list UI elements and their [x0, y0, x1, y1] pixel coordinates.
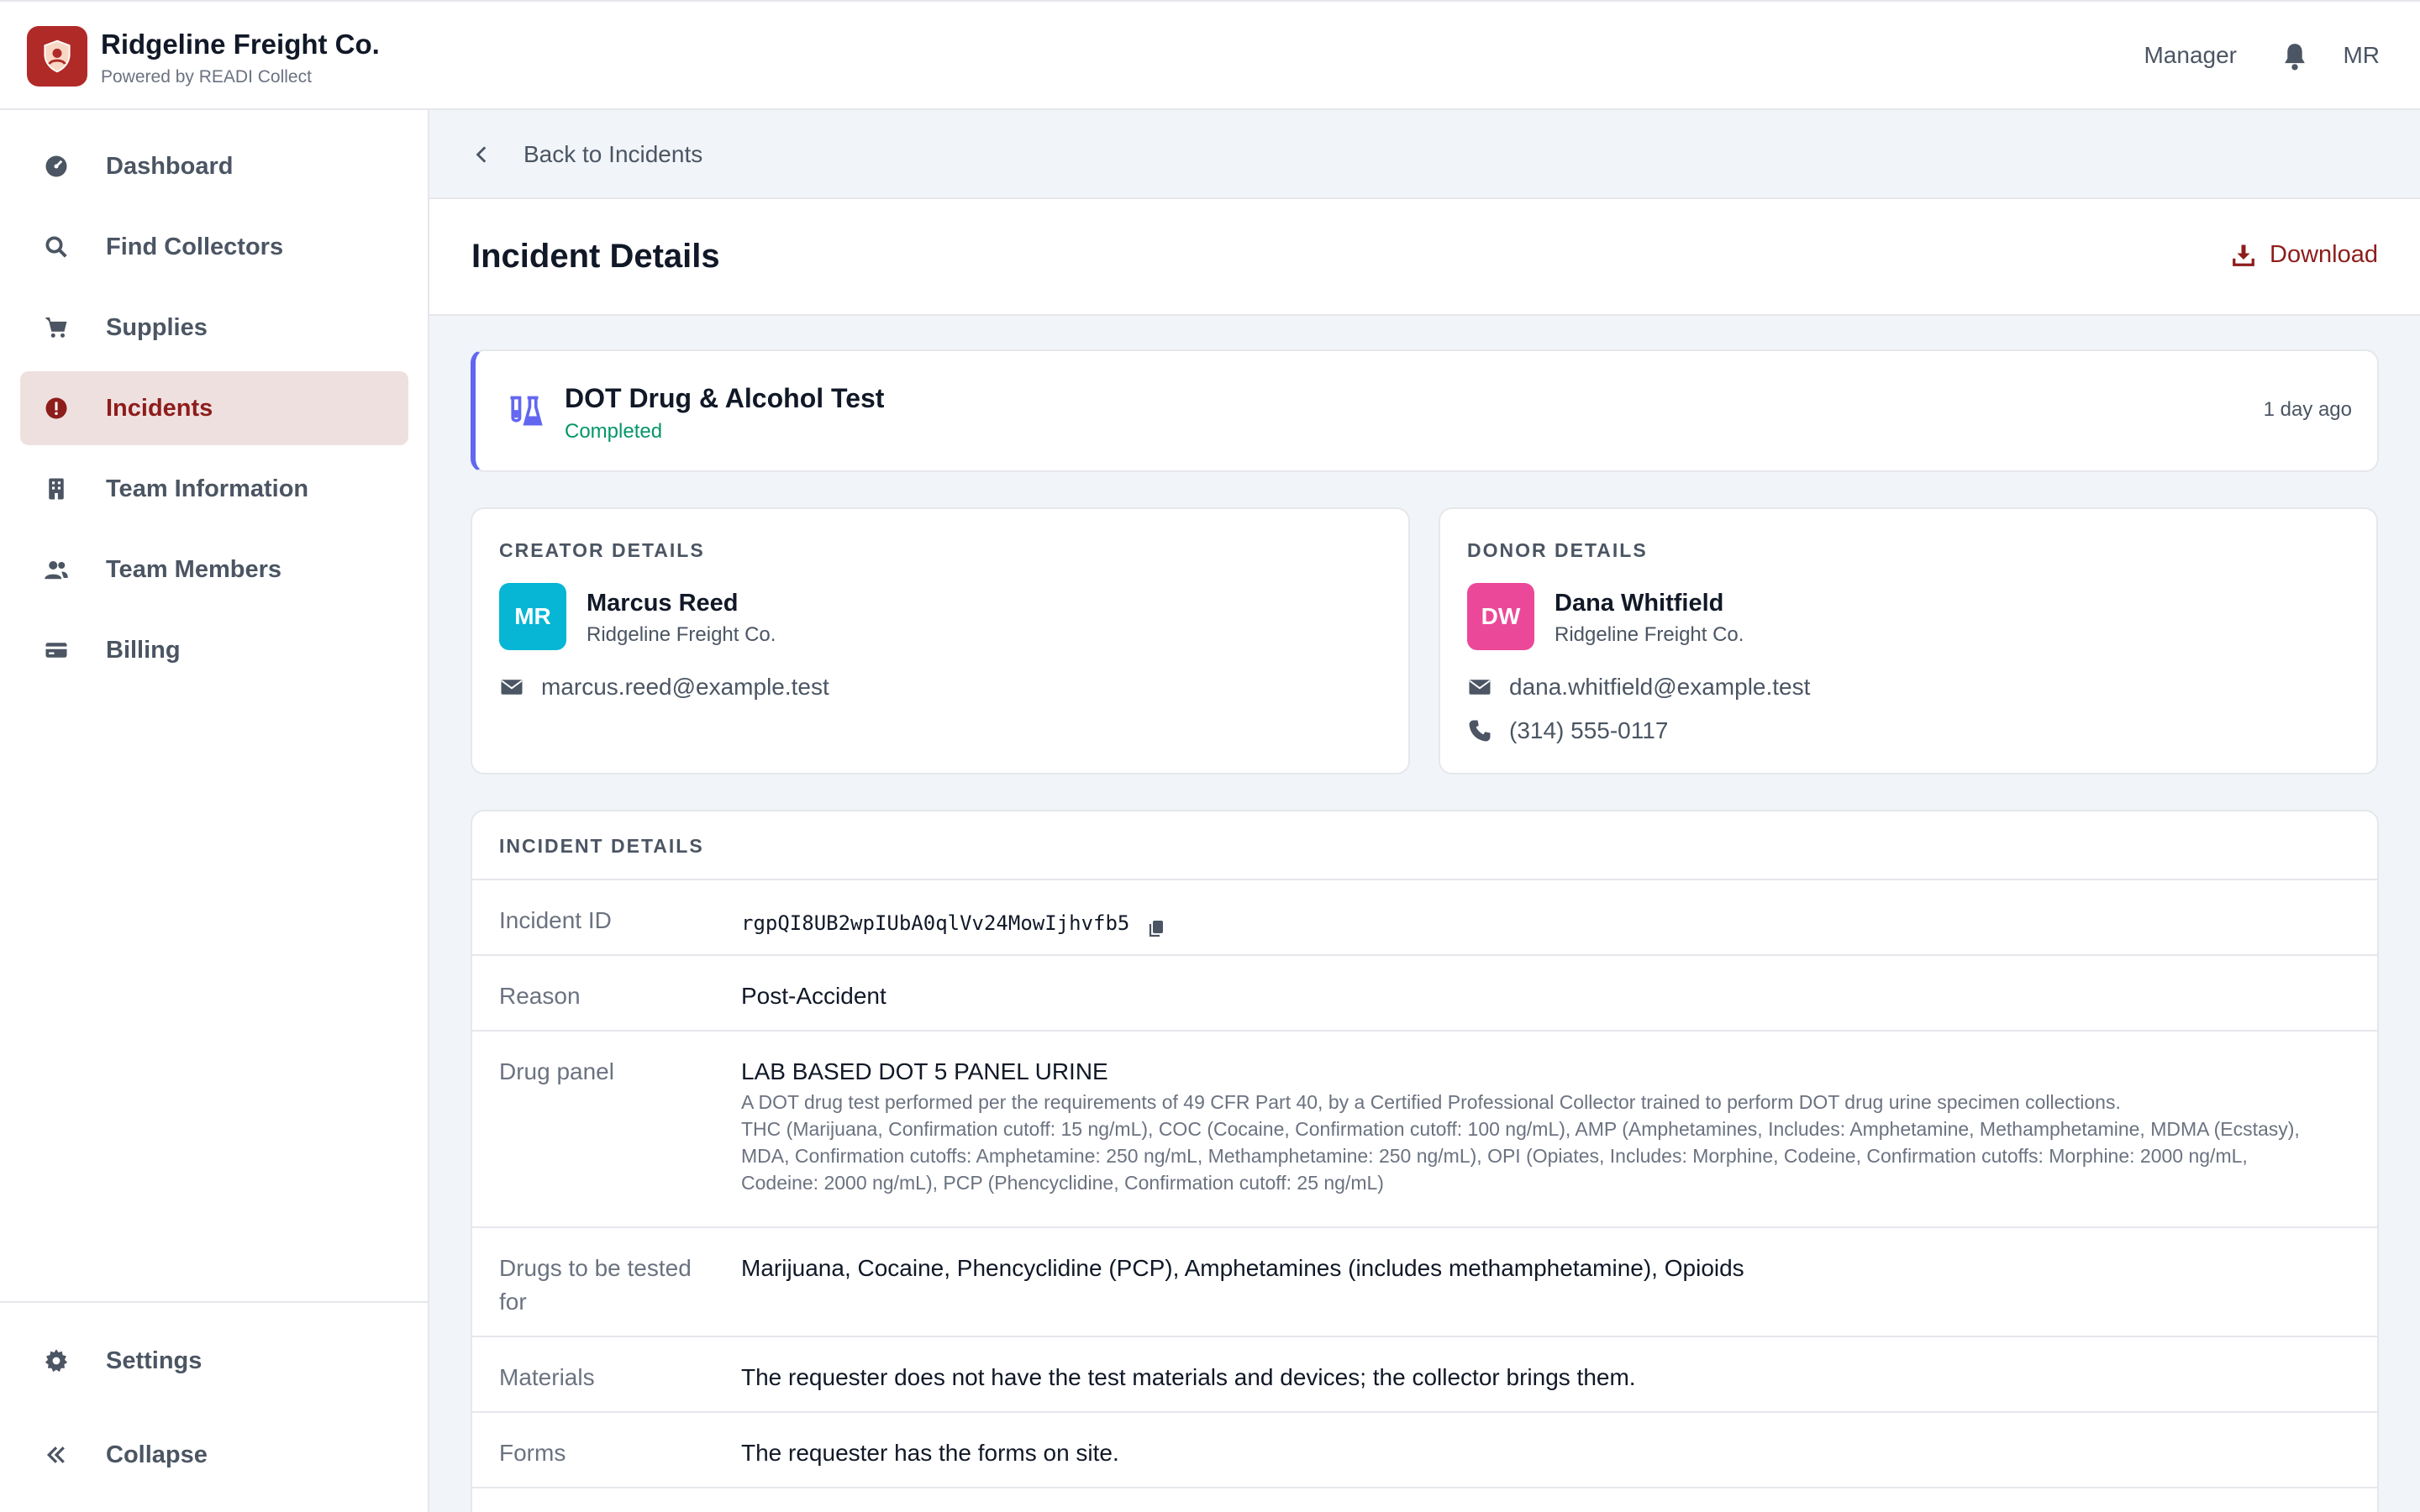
sidebar-item-incidents[interactable]: Incidents — [20, 371, 408, 445]
role-label[interactable]: Manager — [2144, 42, 2237, 69]
drugs-tested-label: Drugs to be tested for — [499, 1255, 692, 1315]
materials-row: Materials The requester does not have th… — [472, 1336, 2377, 1411]
sidebar-item-label: Team Members — [106, 555, 281, 583]
donor-email-row: dana.whitfield@example.test — [1467, 674, 1810, 701]
sidebar-item-label: Find Collectors — [106, 233, 284, 260]
drug-panel-value: LAB BASED DOT 5 PANEL URINE A DOT drug t… — [741, 1055, 2302, 1196]
envelope-icon — [499, 675, 524, 700]
alert-icon — [42, 394, 71, 423]
download-label: Download — [2270, 241, 2378, 268]
flask-icon — [506, 393, 543, 430]
sidebar-item-label: Collapse — [106, 1441, 208, 1468]
double-chevron-left-icon — [42, 1441, 71, 1469]
incident-details-card: INCIDENT DETAILS Incident ID rgpQI8UB2wp… — [471, 810, 2379, 1512]
reason-label: Reason — [499, 983, 581, 1009]
drug-panel-label: Drug panel — [499, 1058, 614, 1084]
chevron-left-icon[interactable] — [471, 144, 493, 165]
sidebar-item-dashboard[interactable]: Dashboard — [20, 129, 408, 203]
drugs-tested-value: Marijuana, Cocaine, Phencyclidine (PCP),… — [741, 1255, 1744, 1281]
sidebar-item-label: Billing — [106, 636, 181, 664]
users-icon — [42, 555, 71, 584]
section-label: INCIDENT DETAILS — [499, 835, 704, 857]
gear-icon — [42, 1347, 71, 1375]
cart-icon — [42, 313, 71, 342]
sidebar-divider — [0, 1301, 429, 1303]
sidebar-item-find-collectors[interactable]: Find Collectors — [20, 210, 408, 284]
dashboard-icon — [42, 152, 71, 181]
incident-id-row: Incident ID rgpQI8UB2wpIUbA0qlVv24MowIjh… — [472, 879, 2377, 954]
donor-email[interactable]: dana.whitfield@example.test — [1509, 674, 1810, 701]
drugs-tested-row: Drugs to be tested for Marijuana, Cocain… — [472, 1226, 2377, 1336]
section-label: CREATOR DETAILS — [499, 539, 705, 561]
forms-value: The requester has the forms on site. — [741, 1440, 1119, 1466]
sidebar-item-label: Settings — [106, 1347, 203, 1374]
donor-details-card: DONOR DETAILS DW Dana Whitfield Ridgelin… — [1439, 507, 2378, 774]
notification-bell-icon[interactable] — [2279, 40, 2311, 74]
sidebar-item-team-information[interactable]: Team Information — [20, 452, 408, 526]
donor-phone[interactable]: (314) 555-0117 — [1509, 717, 1668, 744]
page-title: Incident Details — [471, 238, 720, 275]
sidebar-item-supplies[interactable]: Supplies — [20, 291, 408, 365]
test-status: Completed — [565, 420, 663, 443]
creator-avatar: MR — [499, 583, 566, 650]
sidebar-item-label: Incidents — [106, 394, 213, 422]
collapse-sidebar-button[interactable]: Collapse — [20, 1418, 408, 1492]
drug-panel-description: A DOT drug test performed per the requir… — [741, 1091, 2121, 1113]
sidebar-item-label: Dashboard — [106, 152, 234, 180]
forms-label: Forms — [499, 1440, 566, 1466]
download-button[interactable]: Download — [2231, 241, 2378, 269]
download-icon — [2231, 243, 2256, 268]
sidebar-item-settings[interactable]: Settings — [20, 1324, 408, 1398]
materials-label: Materials — [499, 1364, 595, 1390]
incident-id-value-wrap: rgpQI8UB2wpIUbA0qlVv24MowIjhvfb5 — [741, 906, 2302, 940]
materials-value: The requester does not have the test mat… — [741, 1364, 1636, 1390]
donor-phone-row: (314) 555-0117 — [1467, 717, 1668, 744]
shield-icon — [44, 39, 71, 73]
sidebar-item-billing[interactable]: Billing — [20, 613, 408, 687]
drug-panel-cutoffs: THC (Marijuana, Confirmation cutoff: 15 … — [741, 1118, 2300, 1194]
brand-logo[interactable] — [27, 26, 87, 87]
phone-icon — [1467, 718, 1492, 743]
donor-org: Ridgeline Freight Co. — [1555, 623, 1744, 646]
top-bar: Ridgeline Freight Co. Powered by READI C… — [0, 0, 2420, 110]
incident-id-value: rgpQI8UB2wpIUbA0qlVv24MowIjhvfb5 — [741, 911, 1130, 935]
creator-email[interactable]: marcus.reed@example.test — [541, 674, 829, 701]
brand-name: Ridgeline Freight Co. — [101, 29, 380, 60]
sidebar-item-team-members[interactable]: Team Members — [20, 533, 408, 606]
section-label: DONOR DETAILS — [1467, 539, 1648, 561]
brand-subtitle: Powered by READI Collect — [101, 67, 312, 87]
creator-email-row: marcus.reed@example.test — [499, 674, 829, 701]
donor-avatar: DW — [1467, 583, 1534, 650]
reason-row: Reason Post-Accident — [472, 954, 2377, 1030]
donor-name: Dana Whitfield — [1555, 590, 1724, 617]
copy-icon[interactable] — [1146, 914, 1166, 937]
reason-value: Post-Accident — [741, 983, 886, 1009]
search-icon — [42, 233, 71, 261]
test-title: DOT Drug & Alcohol Test — [565, 383, 885, 413]
user-avatar[interactable]: MR — [2343, 42, 2380, 69]
next-row — [472, 1487, 2377, 1512]
back-to-incidents-link[interactable]: Back to Incidents — [523, 141, 702, 168]
drug-panel-name: LAB BASED DOT 5 PANEL URINE — [741, 1058, 1108, 1084]
creator-name: Marcus Reed — [587, 590, 739, 617]
test-summary-card: DOT Drug & Alcohol Test Completed 1 day … — [471, 349, 2379, 472]
test-timestamp: 1 day ago — [2263, 398, 2352, 421]
envelope-icon — [1467, 675, 1492, 700]
back-bar: Back to Incidents — [429, 110, 2420, 199]
sidebar-item-label: Supplies — [106, 313, 208, 341]
credit-card-icon — [42, 636, 71, 664]
sidebar-item-label: Team Information — [106, 475, 309, 502]
sidebar: Dashboard Find Collectors Supplies Incid… — [0, 110, 429, 1512]
creator-org: Ridgeline Freight Co. — [587, 623, 776, 646]
building-icon — [42, 475, 71, 503]
forms-row: Forms The requester has the forms on sit… — [472, 1411, 2377, 1487]
title-bar: Incident Details Download — [429, 199, 2420, 316]
creator-details-card: CREATOR DETAILS MR Marcus Reed Ridgeline… — [471, 507, 1410, 774]
drug-panel-row: Drug panel LAB BASED DOT 5 PANEL URINE A… — [472, 1030, 2377, 1226]
incident-id-label: Incident ID — [499, 907, 612, 933]
